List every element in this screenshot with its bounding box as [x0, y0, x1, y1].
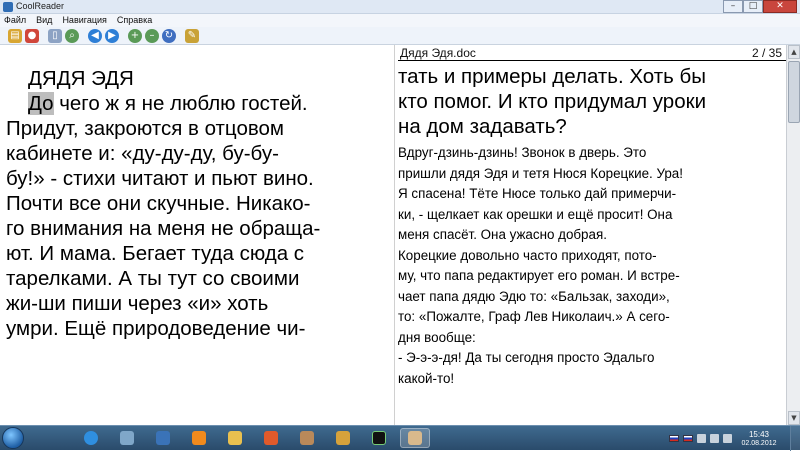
text-line: кто помог. И кто придумал уроки	[398, 90, 707, 113]
language-flag-icon[interactable]	[683, 435, 693, 442]
video-icon[interactable]	[256, 428, 286, 448]
text-line: Я спасена! Тёте Нюсе только дай примерчи…	[398, 186, 677, 201]
scroll-down-icon[interactable]: ▼	[788, 411, 800, 425]
vertical-scrollbar[interactable]: ▲ ▼	[786, 45, 800, 425]
text-fragment: чего ж я не люблю гостей.	[53, 92, 308, 115]
zoom-out-icon[interactable]: –	[145, 28, 159, 43]
text-line: то: «Пожалте, Граф Лев Николаич.» А сего…	[398, 309, 670, 324]
taskbar: 15:43 02.08.2012	[0, 425, 800, 451]
page-view-icon[interactable]: ▯	[48, 28, 62, 43]
network-icon[interactable]	[697, 434, 706, 443]
window-controls: – □ ✕	[723, 0, 797, 13]
app-icon	[3, 2, 13, 12]
text-line: го внимания на меня не обраща-	[6, 217, 321, 240]
title-bar: CoolReader – □ ✕	[0, 0, 800, 14]
right-page: тать и примеры делать. Хоть бы кто помог…	[398, 64, 786, 389]
coolreader-window: CoolReader – □ ✕ Файл Вид Навигация Спра…	[0, 0, 800, 425]
search-icon[interactable]: ⌕	[65, 28, 79, 43]
text-line: му, что папа редактирует его роман. И вс…	[398, 268, 680, 283]
coolreader-icon[interactable]	[400, 428, 430, 448]
text-line: жи-ши пиши через «и» хоть	[6, 292, 269, 315]
back-icon[interactable]: ◀	[88, 28, 102, 43]
left-page: ДЯДЯ ЭДЯ До чего ж я не люблю гостей. Пр…	[6, 66, 388, 341]
scroll-thumb[interactable]	[788, 61, 800, 123]
clock-time: 15:43	[748, 429, 770, 439]
scroll-up-icon[interactable]: ▲	[788, 45, 800, 59]
zoom-in-icon[interactable]: +	[128, 28, 142, 43]
menu-bar: Файл Вид Навигация Справка	[0, 14, 800, 27]
ie-icon[interactable]	[76, 428, 106, 448]
page-indicator: 2 / 35	[751, 46, 782, 60]
text-line: кабинете и: «ду-ду-ду, бу-бу-	[6, 142, 279, 165]
settings-icon[interactable]: ✎	[185, 28, 199, 43]
selected-word[interactable]: До	[28, 92, 54, 115]
odnoklassniki-icon[interactable]	[184, 428, 214, 448]
text-line: Почти все они скучные. Никако-	[6, 192, 311, 215]
cheat-icon[interactable]	[364, 428, 394, 448]
maximize-button[interactable]: □	[743, 0, 763, 13]
window-title: CoolReader	[16, 1, 65, 11]
text-line: Корецкие довольно часто приходят, пото-	[398, 247, 657, 263]
menu-help[interactable]: Справка	[117, 14, 152, 27]
page-header: Дядя Эдя.doc 2 / 35	[398, 45, 786, 61]
page-divider	[394, 45, 395, 425]
toolbar: ▤ ● ▯ ⌕ ◀ ▶ + – ↻ ✎	[0, 27, 800, 45]
clock[interactable]: 15:43 02.08.2012	[736, 430, 782, 448]
text-line: бу!» - стихи читают и пьют вино.	[6, 167, 314, 190]
text-line: пришли дядя Эдя и тетя Нюся Корецкие. Ур…	[398, 165, 683, 181]
text-line: чает папа дядю Эдю то: «Бальзак, заходи»…	[398, 288, 670, 304]
system-tray: 15:43 02.08.2012	[669, 426, 800, 451]
text-line: Вдруг-дзинь-дзинь! Звонок в дверь. Это	[398, 145, 647, 160]
text-line: дня вообще:	[398, 329, 476, 345]
notification-icon[interactable]	[723, 434, 732, 443]
language-flag-icon[interactable]	[669, 435, 679, 442]
tools-icon[interactable]	[292, 428, 322, 448]
rotate-icon[interactable]: ↻	[162, 28, 176, 43]
clock-date: 02.08.2012	[741, 439, 777, 447]
game-icon[interactable]	[328, 428, 358, 448]
menu-view[interactable]: Вид	[36, 14, 52, 27]
minimize-button[interactable]: –	[723, 0, 743, 13]
text-line: ки, - щелкает как орешки и ещё просит! О…	[398, 206, 673, 222]
text-line: тарелками. А ты тут со своими	[6, 267, 300, 290]
start-button[interactable]	[2, 427, 24, 449]
open-file-icon[interactable]: ▤	[8, 28, 22, 43]
text-line: - Э-э-э-дя! Да ты сегодня просто Эдальго	[398, 350, 655, 365]
text-line: тать и примеры делать. Хоть бы	[398, 65, 706, 88]
chapter-title: ДЯДЯ ЭДЯ	[28, 67, 134, 90]
show-desktop-button[interactable]	[790, 426, 800, 451]
folder-icon[interactable]	[220, 428, 250, 448]
media-player-icon[interactable]	[148, 428, 178, 448]
text-line: Придут, закроются в отцовом	[6, 117, 285, 140]
volume-icon[interactable]	[710, 434, 719, 443]
recent-books-icon[interactable]: ●	[25, 28, 39, 43]
book-title: Дядя Эдя.doc	[400, 46, 476, 60]
text-line: меня спасёт. Она ужасно добрая.	[398, 227, 607, 242]
text-line: умри. Ещё природоведение чи-	[6, 317, 306, 340]
text-line: До чего ж я не люблю гостей.	[6, 91, 388, 116]
text-line: на дом задавать?	[398, 115, 567, 138]
menu-file[interactable]: Файл	[4, 14, 26, 27]
text-line: ют. И мама. Бегает туда сюда с	[6, 242, 305, 265]
close-button[interactable]: ✕	[763, 0, 797, 13]
text-line: какой-то!	[398, 370, 455, 386]
explorer-icon[interactable]	[112, 428, 142, 448]
forward-icon[interactable]: ▶	[105, 28, 119, 43]
menu-navigation[interactable]: Навигация	[62, 14, 106, 27]
